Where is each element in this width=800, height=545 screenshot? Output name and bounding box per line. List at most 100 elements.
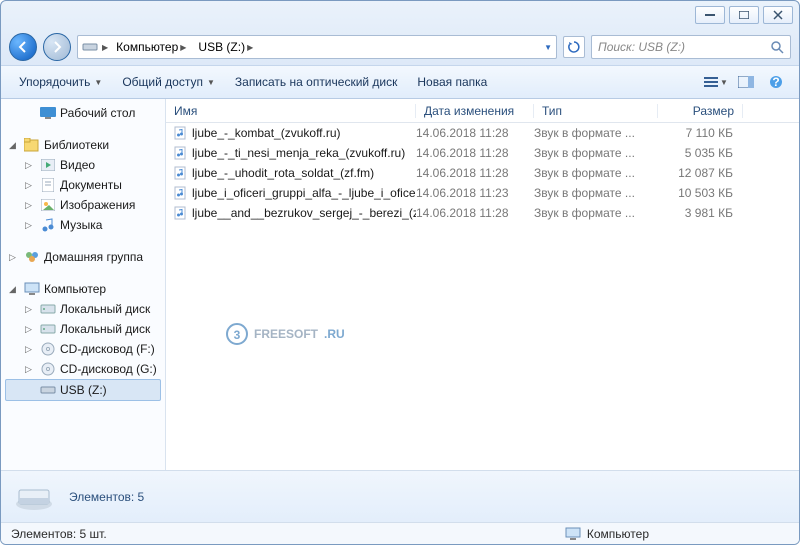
audio-file-icon xyxy=(174,126,188,140)
breadcrumb-seg-usb[interactable]: USB (Z:)▶ xyxy=(194,40,257,54)
burn-button[interactable]: Записать на оптический диск xyxy=(227,71,406,93)
status-bar: Элементов: 5 шт. Компьютер xyxy=(1,522,799,544)
cd-icon xyxy=(40,341,56,357)
file-date: 14.06.2018 11:28 xyxy=(416,166,534,180)
view-menu[interactable]: ▼ xyxy=(703,71,729,93)
share-menu[interactable]: Общий доступ▼ xyxy=(114,71,223,93)
svg-text:?: ? xyxy=(772,75,779,89)
computer-icon xyxy=(565,527,581,541)
chevron-down-icon[interactable]: ▼ xyxy=(544,43,552,52)
file-type: Звук в формате ... xyxy=(534,146,658,160)
newfolder-button[interactable]: Новая папка xyxy=(409,71,495,93)
file-list[interactable]: ljube_-_kombat_(zvukoff.ru)14.06.2018 11… xyxy=(166,123,799,470)
file-size: 5 035 КБ xyxy=(658,146,743,160)
file-name: ljube_-_ti_nesi_menja_reka_(zvukoff.ru) xyxy=(192,146,405,160)
search-placeholder: Поиск: USB (Z:) xyxy=(598,40,685,54)
pictures-icon xyxy=(40,197,56,213)
search-input[interactable]: Поиск: USB (Z:) xyxy=(591,35,791,59)
tree-homegroup[interactable]: ▷Домашняя группа xyxy=(1,247,165,267)
back-button[interactable] xyxy=(9,33,37,61)
forward-button[interactable] xyxy=(43,33,71,61)
search-icon xyxy=(770,40,784,54)
address-bar[interactable]: ▶ Компьютер▶ USB (Z:)▶ ▼ xyxy=(77,35,557,59)
tree-documents[interactable]: ▷Документы xyxy=(1,175,165,195)
tree-cd-g[interactable]: ▷CD-дисковод (G:) xyxy=(1,359,165,379)
file-type: Звук в формате ... xyxy=(534,186,658,200)
file-row[interactable]: ljube_-_ti_nesi_menja_reka_(zvukoff.ru) 1… xyxy=(166,143,799,163)
maximize-button[interactable] xyxy=(729,6,759,24)
col-size[interactable]: Размер xyxy=(658,104,743,118)
usb-drive-icon xyxy=(40,382,56,398)
column-headers[interactable]: Имя Дата изменения Тип Размер xyxy=(166,99,799,123)
audio-file-icon xyxy=(174,146,188,160)
status-count: Элементов: 5 шт. xyxy=(11,527,107,541)
file-size: 7 110 КБ xyxy=(658,126,743,140)
tree-localdisk-1[interactable]: ▷Локальный диск xyxy=(1,299,165,319)
tree-music[interactable]: ▷Музыка xyxy=(1,215,165,235)
col-name[interactable]: Имя xyxy=(166,104,416,118)
audio-file-icon xyxy=(174,166,188,180)
cd-icon xyxy=(40,361,56,377)
file-name: ljube_i_oficeri_gruppi_alfa_-_ljube_i_of… xyxy=(192,186,416,200)
tree-cd-f[interactable]: ▷CD-дисковод (F:) xyxy=(1,339,165,359)
file-type: Звук в формате ... xyxy=(534,166,658,180)
file-size: 3 981 КБ xyxy=(658,206,743,220)
tree-computer[interactable]: ◢Компьютер xyxy=(1,279,165,299)
col-type[interactable]: Тип xyxy=(534,104,658,118)
status-location: Компьютер xyxy=(565,527,649,541)
explorer-window: ▶ Компьютер▶ USB (Z:)▶ ▼ Поиск: USB (Z:)… xyxy=(0,0,800,545)
tree-usb-z[interactable]: USB (Z:) xyxy=(5,379,161,401)
audio-file-icon xyxy=(174,186,188,200)
desktop-icon xyxy=(40,105,56,121)
file-row[interactable]: ljube_i_oficeri_gruppi_alfa_-_ljube_i_of… xyxy=(166,183,799,203)
file-type: Звук в формате ... xyxy=(534,206,658,220)
libraries-icon xyxy=(24,137,40,153)
file-row[interactable]: ljube_-_kombat_(zvukoff.ru)14.06.2018 11… xyxy=(166,123,799,143)
tree-desktop[interactable]: Рабочий стол xyxy=(1,103,165,123)
titlebar xyxy=(1,1,799,29)
details-label: Элементов: 5 xyxy=(69,490,144,504)
homegroup-icon xyxy=(24,249,40,265)
tree-libraries[interactable]: ◢Библиотеки xyxy=(1,135,165,155)
watermark: 3FREESOFT.RU xyxy=(226,323,799,345)
file-name: ljube_-_uhodit_rota_soldat_(zf.fm) xyxy=(192,166,374,180)
chevron-right-icon: ▶ xyxy=(102,43,108,52)
file-size: 10 503 КБ xyxy=(658,186,743,200)
file-name: ljube__and__bezrukov_sergej_-_berezi_(zv… xyxy=(192,206,416,220)
computer-icon xyxy=(24,281,40,297)
col-modified[interactable]: Дата изменения xyxy=(416,104,534,118)
hdd-icon xyxy=(40,301,56,317)
nav-row: ▶ Компьютер▶ USB (Z:)▶ ▼ Поиск: USB (Z:) xyxy=(1,29,799,65)
file-date: 14.06.2018 11:28 xyxy=(416,206,534,220)
toolbar: Упорядочить▼ Общий доступ▼ Записать на о… xyxy=(1,65,799,99)
file-date: 14.06.2018 11:28 xyxy=(416,126,534,140)
breadcrumb-seg-computer[interactable]: Компьютер▶ xyxy=(112,40,190,54)
organize-menu[interactable]: Упорядочить▼ xyxy=(11,71,110,93)
refresh-button[interactable] xyxy=(563,36,585,58)
file-type: Звук в формате ... xyxy=(534,126,658,140)
tree-pictures[interactable]: ▷Изображения xyxy=(1,195,165,215)
hdd-icon xyxy=(40,321,56,337)
help-button[interactable]: ? xyxy=(763,71,789,93)
close-button[interactable] xyxy=(763,6,793,24)
drive-large-icon xyxy=(13,480,55,514)
tree-localdisk-2[interactable]: ▷Локальный диск xyxy=(1,319,165,339)
file-row[interactable]: ljube_-_uhodit_rota_soldat_(zf.fm) 14.06.… xyxy=(166,163,799,183)
minimize-button[interactable] xyxy=(695,6,725,24)
file-row[interactable]: ljube__and__bezrukov_sergej_-_berezi_(zv… xyxy=(166,203,799,223)
file-date: 14.06.2018 11:28 xyxy=(416,146,534,160)
tree-video[interactable]: ▷Видео xyxy=(1,155,165,175)
preview-pane-button[interactable] xyxy=(733,71,759,93)
music-icon xyxy=(40,217,56,233)
audio-file-icon xyxy=(174,206,188,220)
body-area: Рабочий стол ◢Библиотеки ▷Видео ▷Докумен… xyxy=(1,99,799,470)
video-icon xyxy=(40,157,56,173)
file-size: 12 087 КБ xyxy=(658,166,743,180)
documents-icon xyxy=(40,177,56,193)
file-date: 14.06.2018 11:23 xyxy=(416,186,534,200)
details-pane: Элементов: 5 xyxy=(1,470,799,522)
file-list-pane: Имя Дата изменения Тип Размер ljube_-_ko… xyxy=(166,99,799,470)
nav-tree[interactable]: Рабочий стол ◢Библиотеки ▷Видео ▷Докумен… xyxy=(1,99,166,470)
svg-text:3: 3 xyxy=(234,328,241,342)
drive-icon xyxy=(82,42,98,52)
